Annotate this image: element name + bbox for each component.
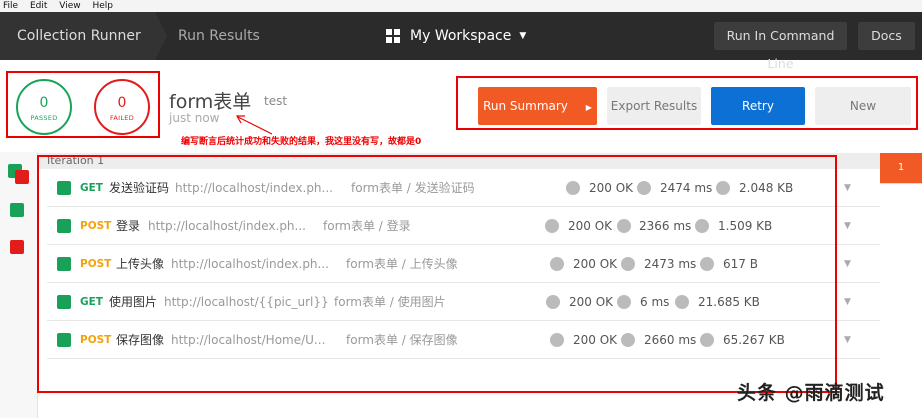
stats-annotation-box: 0 PASSED 0 FAILED <box>6 71 160 138</box>
caret-down-icon: ▼ <box>519 31 527 41</box>
expand-chevron-icon[interactable]: ▼ <box>844 283 851 321</box>
docs-button[interactable]: Docs <box>858 22 915 50</box>
run-summary-label: Run Summary <box>483 99 568 113</box>
run-timestamp: just now <box>169 111 220 125</box>
menu-edit[interactable]: Edit <box>30 0 47 12</box>
breadcrumb-separator <box>155 12 167 60</box>
pass-marker-icon[interactable] <box>10 203 24 217</box>
breadcrumb-run-results[interactable]: Run Results <box>178 12 260 60</box>
breadcrumb-collection-runner[interactable]: Collection Runner <box>0 12 156 60</box>
watermark: 头条 @雨滴测试 <box>737 382 885 404</box>
run-summary-button[interactable]: Run Summary ▶ <box>478 87 597 125</box>
grid-icon <box>386 29 400 43</box>
app-header: Collection Runner Run Results My Workspa… <box>0 12 922 71</box>
expand-chevron-icon[interactable]: ▼ <box>844 169 851 207</box>
passed-counter: 0 PASSED <box>16 79 72 135</box>
run-in-command-line-button[interactable]: Run In Command Line <box>714 22 847 71</box>
menu-file[interactable]: File <box>3 0 18 12</box>
failed-count: 0 <box>117 95 127 111</box>
menu-view[interactable]: View <box>59 0 80 12</box>
divider <box>880 183 922 184</box>
failed-counter: 0 FAILED <box>94 79 150 135</box>
workspace-label: My Workspace <box>410 28 512 44</box>
expand-chevron-icon[interactable]: ▼ <box>844 245 851 283</box>
annotation-arrow-icon <box>235 115 273 135</box>
requests-annotation-box <box>37 155 837 393</box>
annotation-text: 编写断言后统计成功和失败的结果，我这里没有写，故都是0 <box>181 137 422 147</box>
fail-marker-icon[interactable] <box>10 240 24 254</box>
expand-chevron-icon[interactable]: ▼ <box>844 321 851 359</box>
passed-label: PASSED <box>30 114 58 122</box>
retry-button[interactable]: Retry <box>711 87 805 125</box>
passed-count: 0 <box>39 95 49 111</box>
play-icon: ▶ <box>585 103 592 112</box>
workspace-selector[interactable]: My Workspace ▼ <box>386 12 526 60</box>
export-results-button[interactable]: Export Results <box>607 87 701 125</box>
expand-chevron-icon[interactable]: ▼ <box>844 207 851 245</box>
menu-bar: File Edit View Help <box>0 0 922 12</box>
menu-help[interactable]: Help <box>92 0 113 12</box>
iteration-fail-icon[interactable] <box>15 170 29 184</box>
run-collection-name: form表单 <box>169 91 252 113</box>
run-environment: test <box>264 94 288 108</box>
iteration-strip <box>0 152 38 418</box>
new-button[interactable]: New <box>815 87 911 125</box>
iteration-tab[interactable]: 1 <box>880 153 922 183</box>
failed-label: FAILED <box>109 114 135 122</box>
